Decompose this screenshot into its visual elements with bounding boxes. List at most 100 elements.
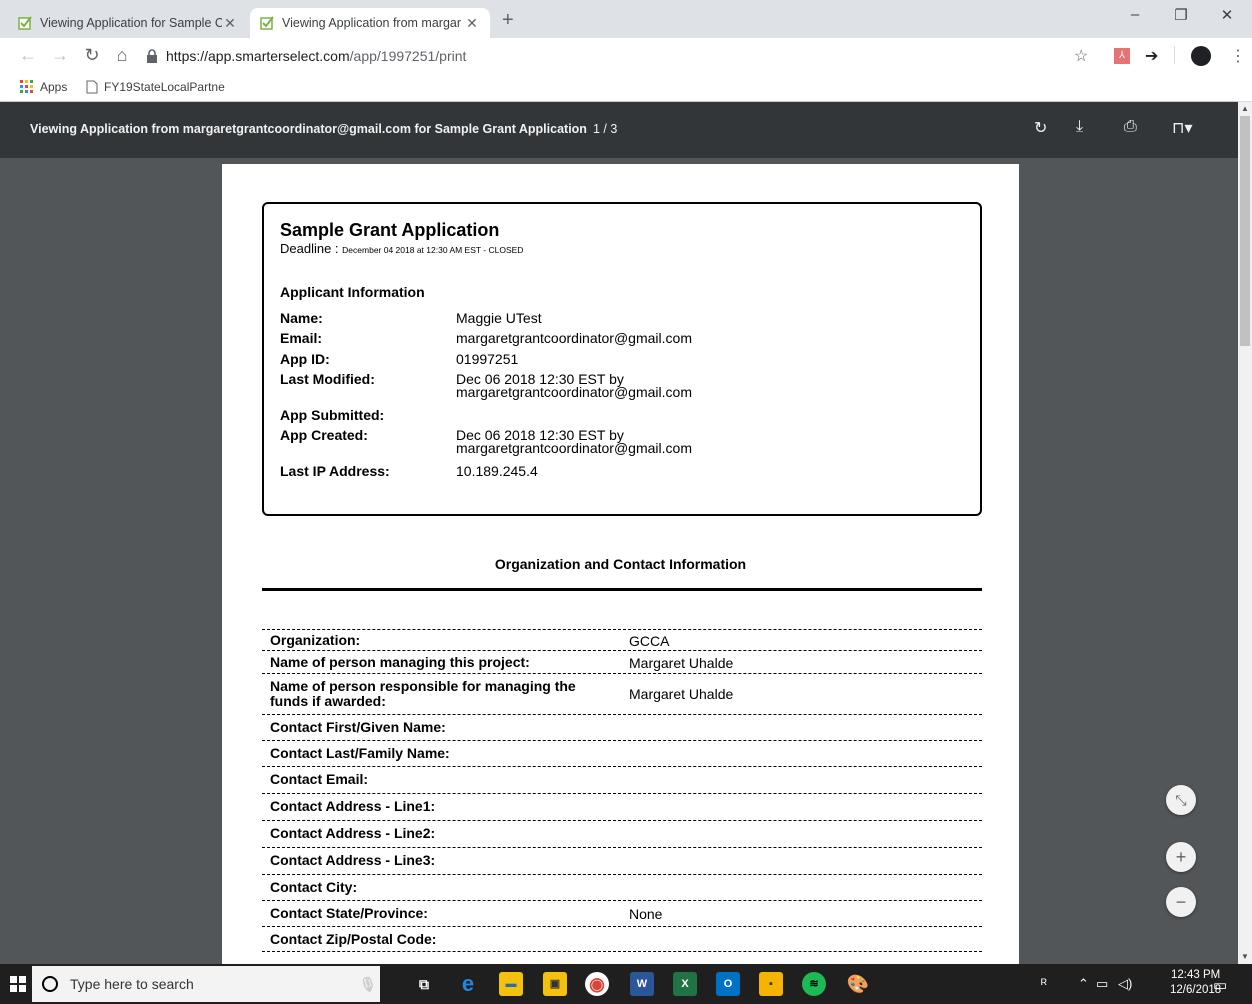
- deadline-value: December 04 2018 at 12:30 AM EST - CLOSE…: [342, 245, 524, 255]
- close-window-button[interactable]: ✕: [1204, 6, 1250, 24]
- pdf-document-title: Viewing Application from margaretgrantco…: [30, 122, 587, 136]
- checkbox-favicon-icon: [260, 16, 274, 30]
- browser-tab-2[interactable]: Viewing Application from margar ✕: [250, 8, 490, 38]
- deadline-line: Deadline : December 04 2018 at 12:30 AM …: [280, 241, 523, 256]
- field-label: Name of person managing this project:: [270, 654, 530, 670]
- file-explorer-icon[interactable]: ▬: [499, 972, 523, 996]
- field-label: Contact State/Province:: [270, 905, 428, 921]
- table-row: Name of person responsible for managing …: [262, 673, 982, 714]
- outlook-icon[interactable]: O: [716, 972, 740, 996]
- print-icon[interactable]: ⎙: [1124, 118, 1137, 136]
- field-label: Name:: [280, 310, 323, 326]
- excel-icon[interactable]: X: [673, 972, 697, 996]
- chrome-icon[interactable]: ◉: [585, 972, 609, 996]
- new-tab-button[interactable]: +: [502, 9, 514, 32]
- application-heading: Sample Grant Application: [280, 220, 500, 240]
- checkbox-favicon-icon: [18, 16, 32, 30]
- search-placeholder: Type here to search: [70, 976, 194, 992]
- browser-tab-1[interactable]: Viewing Application for Sample C ✕: [8, 8, 248, 38]
- field-label: Contact City:: [270, 879, 358, 895]
- table-row: Contact Address - Line2:: [262, 820, 982, 847]
- profile-avatar[interactable]: [1191, 46, 1211, 66]
- close-tab-icon[interactable]: ✕: [464, 15, 480, 32]
- home-icon[interactable]: ⌂: [110, 45, 134, 66]
- fit-to-page-icon[interactable]: ⤡: [1166, 785, 1196, 815]
- field-value: GCCA: [629, 633, 670, 649]
- bookmark-label: FY19StateLocalPartne: [104, 80, 225, 94]
- lock-icon: [147, 49, 157, 63]
- page-indicator: 1 / 3: [593, 122, 618, 136]
- address-bar[interactable]: https://app.smarterselect.com/app/199725…: [146, 43, 1066, 69]
- bookmark-fy19[interactable]: FY19StateLocalPartne: [86, 80, 225, 94]
- star-icon[interactable]: ☆: [1074, 46, 1088, 66]
- paint-icon[interactable]: 🎨: [846, 972, 870, 996]
- people-icon[interactable]: ᴿ: [1041, 976, 1047, 991]
- scroll-down-arrow-icon[interactable]: ▼: [1238, 950, 1252, 964]
- field-value-continued: margaretgrantcoordinator@gmail.com: [456, 440, 692, 456]
- bookmark-icon[interactable]: ⊓▾: [1172, 118, 1193, 138]
- field-value: None: [629, 906, 663, 922]
- table-row: Organization: GCCA: [262, 629, 982, 650]
- field-label: Contact Zip/Postal Code:: [270, 931, 437, 947]
- minimize-button[interactable]: –: [1112, 6, 1158, 23]
- field-value: 01997251: [456, 351, 519, 367]
- close-tab-icon[interactable]: ✕: [222, 15, 238, 32]
- back-arrow-icon[interactable]: ←: [16, 45, 40, 66]
- field-value: margaretgrantcoordinator@gmail.com: [456, 330, 692, 346]
- spotify-icon[interactable]: ≋: [802, 972, 826, 996]
- tab-title: Viewing Application for Sample C: [40, 16, 222, 30]
- download-icon[interactable]: ⤓: [1076, 118, 1083, 136]
- menu-kebab-icon[interactable]: ⋮: [1230, 46, 1246, 66]
- windows-taskbar: Type here to search 🎙 ⧉ e ▬ ▣ ◉ W X O ▪ …: [0, 964, 1252, 1004]
- field-value: Maggie UTest: [456, 310, 542, 326]
- pdf-viewer: Sample Grant Application Deadline : Dece…: [0, 158, 1238, 964]
- field-label: Contact Address - Line1:: [270, 798, 436, 814]
- field-label: Organization:: [270, 632, 361, 648]
- org-contact-table: Organization: GCCA Name of person managi…: [262, 629, 982, 952]
- taskbar-search[interactable]: Type here to search: [32, 966, 380, 1002]
- network-icon[interactable]: ▭: [1096, 976, 1108, 992]
- notification-icon[interactable]: ▭: [1213, 976, 1227, 994]
- field-value: Margaret Uhalde: [629, 686, 734, 702]
- store-icon[interactable]: ▣: [543, 972, 567, 996]
- vertical-scrollbar[interactable]: ▲ ▼: [1238, 102, 1252, 964]
- scroll-thumb[interactable]: [1240, 116, 1250, 346]
- bookmarks-bar: Apps FY19StateLocalPartne: [0, 74, 1252, 102]
- windows-start-icon[interactable]: [10, 976, 26, 992]
- zoom-in-button[interactable]: +: [1166, 842, 1196, 872]
- applicant-info-box: Sample Grant Application Deadline : Dece…: [262, 202, 982, 516]
- table-row: Name of person managing this project: Ma…: [262, 650, 982, 673]
- tab-title: Viewing Application from margar: [282, 16, 462, 30]
- table-row: Contact Address - Line3:: [262, 847, 982, 874]
- zoom-out-button[interactable]: −: [1166, 887, 1196, 917]
- cortana-icon: [42, 976, 58, 992]
- sticky-notes-icon[interactable]: ▪: [759, 972, 783, 996]
- scroll-up-arrow-icon[interactable]: ▲: [1238, 102, 1252, 116]
- maximize-button[interactable]: ❐: [1158, 6, 1204, 24]
- tab-strip: Viewing Application for Sample C ✕ Viewi…: [0, 0, 1252, 38]
- field-label: Name of person responsible for managing …: [270, 678, 576, 709]
- microphone-icon[interactable]: 🎙: [356, 972, 380, 996]
- table-row: Contact City:: [262, 874, 982, 900]
- acrobat-extension-icon[interactable]: ⅄: [1114, 48, 1130, 64]
- forward-arrow-icon[interactable]: →: [48, 45, 72, 66]
- chevron-up-icon[interactable]: ⌃: [1078, 976, 1089, 992]
- field-value: 10.189.245.4: [456, 463, 538, 479]
- reload-icon[interactable]: ↻: [80, 45, 104, 66]
- task-view-icon[interactable]: ⧉: [412, 972, 436, 996]
- apps-grid-icon: [20, 80, 33, 93]
- bookmark-label: Apps: [40, 80, 68, 94]
- applicant-section-title: Applicant Information: [280, 284, 425, 300]
- volume-icon[interactable]: ◁): [1118, 976, 1132, 992]
- edge-icon[interactable]: e: [456, 972, 480, 996]
- pdf-toolbar: Viewing Application from margaretgrantco…: [0, 102, 1238, 158]
- word-icon[interactable]: W: [630, 972, 654, 996]
- share-arrow-icon[interactable]: ➔: [1145, 46, 1158, 66]
- field-label: Last IP Address:: [280, 463, 390, 479]
- bookmark-apps[interactable]: Apps: [20, 80, 67, 94]
- field-label: App Created:: [280, 427, 368, 443]
- rotate-icon[interactable]: ↻: [1034, 118, 1047, 138]
- table-row: Contact First/Given Name:: [262, 714, 982, 740]
- field-label: Contact First/Given Name:: [270, 719, 446, 735]
- page-icon: [86, 80, 98, 94]
